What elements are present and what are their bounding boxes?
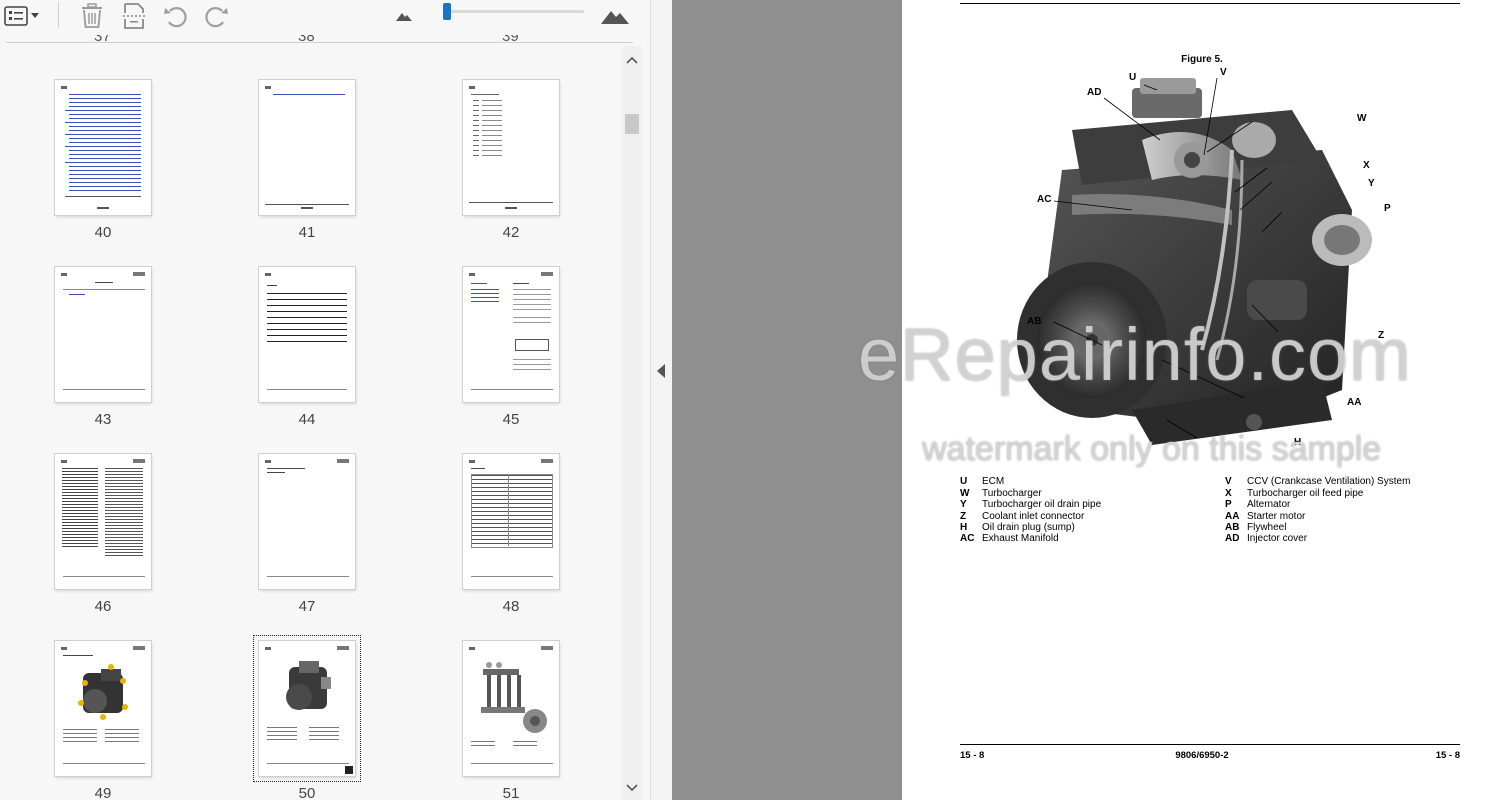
thumbnail-toolbar xyxy=(0,0,650,32)
chevron-up-icon xyxy=(626,51,638,69)
thumbnail-number: 41 xyxy=(298,224,316,241)
callout-label: Y xyxy=(1368,178,1375,189)
legend-item: W Turbocharger xyxy=(960,488,1042,499)
thumbnail-number: 48 xyxy=(502,598,520,615)
callout-label: AC xyxy=(1037,194,1052,205)
footer-page-number-right: 15 - 8 xyxy=(1435,750,1460,761)
page-thumbnail[interactable] xyxy=(463,641,559,776)
page-thumbnail[interactable] xyxy=(259,267,355,402)
scrollbar-thumb[interactable] xyxy=(625,114,639,134)
view-options-button[interactable] xyxy=(3,3,39,29)
toolbar-separator xyxy=(58,2,59,28)
legend-item: AA Starter motor xyxy=(1225,511,1306,522)
callout-label: AD xyxy=(1087,87,1102,98)
thumbnail-number: 45 xyxy=(502,411,520,428)
callout-label: AA xyxy=(1347,397,1362,408)
legend-item: H Oil drain plug (sump) xyxy=(960,522,1075,533)
thumbnail-number: 39 xyxy=(502,35,519,45)
zoom-out-button[interactable] xyxy=(392,3,416,29)
watermark-subtext: watermark only on this sample xyxy=(922,430,1382,468)
callout-label: W xyxy=(1357,113,1367,124)
document-viewer-background xyxy=(672,0,902,800)
page-thumbnail[interactable] xyxy=(55,454,151,589)
legend-item: AC Exhaust Manifold xyxy=(960,533,1059,544)
thumbnail-number: 43 xyxy=(94,411,112,428)
thumbnail-number: 50 xyxy=(298,785,316,800)
thumbnail-panel: 37 38 39 40 41 42 43 44 45 46 47 48 49 5… xyxy=(0,0,650,800)
document-page: Figure 5. U V AD W X Y AC P AB Z AA H U … xyxy=(902,0,1502,800)
thumbnail-number: 40 xyxy=(94,224,112,241)
legend-item: Y Turbocharger oil drain pipe xyxy=(960,499,1102,510)
thumbnail-number: 47 xyxy=(298,598,316,615)
panel-collapse-splitter[interactable] xyxy=(650,0,673,800)
thumbnail-number: 51 xyxy=(502,785,520,800)
zoom-in-button[interactable] xyxy=(598,3,632,29)
extract-page-icon xyxy=(122,3,146,29)
legend-item: AD Injector cover xyxy=(1225,533,1308,544)
callout-label: U xyxy=(1129,72,1137,83)
scroll-up-button[interactable] xyxy=(622,48,642,72)
thumbnail-number: 37 xyxy=(94,35,111,45)
zoom-in-icon xyxy=(600,7,630,25)
page-thumbnail[interactable] xyxy=(259,454,355,589)
thumbnail-number: 44 xyxy=(298,411,316,428)
page-thumbnail[interactable] xyxy=(55,80,151,215)
footer-document-code: 9806/6950-2 xyxy=(1175,750,1229,761)
page-thumbnail[interactable] xyxy=(55,267,151,402)
collapse-left-icon xyxy=(657,364,666,383)
legend-item: Z Coolant inlet connector xyxy=(960,511,1085,522)
rotate-left-icon xyxy=(163,3,189,29)
thumbnail-number: 46 xyxy=(94,598,112,615)
list-view-icon xyxy=(3,6,28,26)
page-thumbnail[interactable] xyxy=(463,454,559,589)
thumbnail-number: 42 xyxy=(502,224,520,241)
page-thumbnail[interactable] xyxy=(463,80,559,215)
thumbnail-scrollbar[interactable] xyxy=(622,46,642,800)
thumbnail-number: 49 xyxy=(94,785,112,800)
watermark-text: eRepairinfo.com xyxy=(858,313,1412,396)
callout-label: V xyxy=(1220,67,1227,78)
legend-item: U ECM xyxy=(960,476,1005,487)
extract-page-button[interactable] xyxy=(120,3,148,29)
callout-label: P xyxy=(1384,203,1391,214)
delete-icon xyxy=(80,3,104,29)
page-thumbnail[interactable] xyxy=(259,80,355,215)
page-header-rule xyxy=(960,3,1460,4)
thumbnail-number: 38 xyxy=(298,35,315,45)
callout-label: X xyxy=(1363,160,1370,171)
legend-item: P Alternator xyxy=(1225,499,1291,510)
engine-illustration xyxy=(1017,77,1372,445)
scroll-down-button[interactable] xyxy=(622,776,642,800)
dropdown-caret-icon xyxy=(30,13,39,19)
page-thumbnail[interactable] xyxy=(55,641,151,776)
zoom-out-icon xyxy=(395,10,413,22)
page-thumbnail-selected[interactable] xyxy=(253,635,361,782)
zoom-slider-thumb[interactable] xyxy=(442,3,451,20)
delete-page-button[interactable] xyxy=(78,3,106,29)
rotate-right-icon xyxy=(203,3,229,29)
page-thumbnail[interactable] xyxy=(463,267,559,402)
legend-item: V CCV (Crankcase Ventilation) System xyxy=(1225,476,1411,487)
page-footer-rule xyxy=(960,744,1460,745)
chevron-down-icon xyxy=(626,779,638,797)
rotate-left-button[interactable] xyxy=(162,3,190,29)
legend-item: AB Flywheel xyxy=(1225,522,1287,533)
thumbnail-zoom-slider[interactable] xyxy=(442,3,584,20)
legend-item: X Turbocharger oil feed pipe xyxy=(1225,488,1364,499)
rotate-right-button[interactable] xyxy=(202,3,230,29)
